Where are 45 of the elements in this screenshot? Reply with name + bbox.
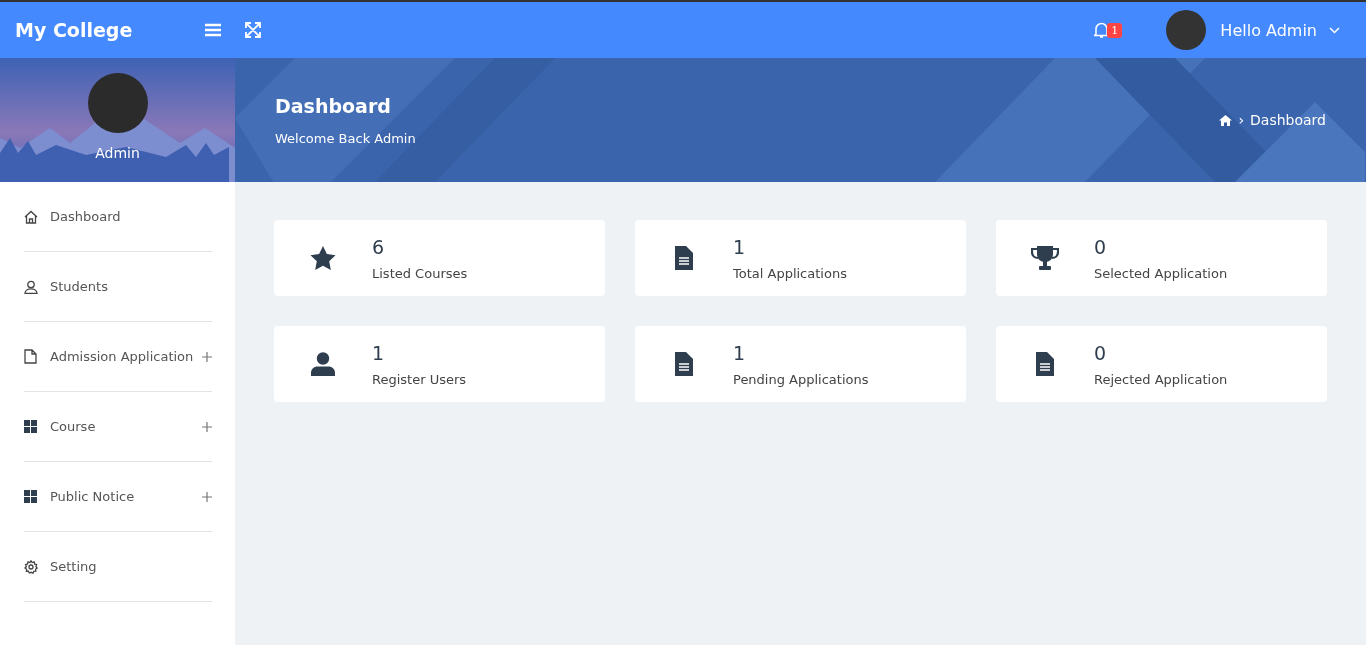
stat-label: Total Applications	[733, 265, 847, 281]
sidebar-item[interactable]: Students	[24, 252, 212, 322]
chevron-down-icon	[1329, 26, 1340, 34]
stat-value: 1	[733, 235, 747, 258]
sidebar-item[interactable]: Admission Application	[24, 322, 212, 392]
breadcrumb-item[interactable]: Dashboard	[1250, 112, 1326, 128]
user-icon	[311, 352, 335, 376]
home-icon[interactable]	[1219, 114, 1233, 126]
stat-label: Listed Courses	[372, 265, 468, 281]
stat-label: Register Users	[372, 371, 467, 387]
user-icon	[24, 279, 38, 294]
stat-value: 0	[1094, 235, 1108, 258]
sidebar-item[interactable]: Course	[24, 392, 212, 462]
settings-icon	[24, 559, 38, 574]
plus-icon[interactable]	[202, 421, 212, 432]
page-subtitle: Welcome Back Admin	[275, 130, 417, 146]
stat-label: Pending Applications	[733, 371, 869, 387]
document-icon	[1036, 352, 1054, 376]
bell-icon[interactable]	[1094, 22, 1110, 38]
stat-value: 1	[733, 341, 747, 364]
menu-icon[interactable]	[205, 23, 221, 37]
sidebar-item[interactable]: Public Notice	[24, 462, 212, 532]
breadcrumb-separator: ›	[1238, 112, 1245, 128]
stat-value: 6	[372, 235, 386, 258]
star-icon	[310, 245, 336, 271]
avatar	[1166, 10, 1207, 50]
notification-badge: 1	[1107, 22, 1123, 38]
grid-icon	[24, 490, 37, 503]
profile-name: Admin	[95, 145, 140, 161]
trophy-icon	[1031, 246, 1059, 270]
sidebar-item[interactable]: Dashboard	[24, 182, 212, 252]
stat-value: 1	[372, 341, 386, 364]
document-icon	[675, 246, 693, 270]
document-icon	[24, 349, 37, 364]
document-icon	[675, 352, 693, 376]
page-title: Dashboard	[275, 94, 392, 117]
plus-icon[interactable]	[202, 351, 212, 362]
plus-icon[interactable]	[202, 491, 212, 502]
stat-label: Rejected Application	[1094, 371, 1228, 387]
stat-value: 0	[1094, 341, 1108, 364]
sidebar-item[interactable]: Setting	[24, 532, 212, 602]
grid-icon	[24, 420, 37, 433]
fullscreen-icon[interactable]	[245, 22, 261, 38]
home-icon	[24, 209, 38, 224]
stat-label: Selected Application	[1094, 265, 1228, 281]
